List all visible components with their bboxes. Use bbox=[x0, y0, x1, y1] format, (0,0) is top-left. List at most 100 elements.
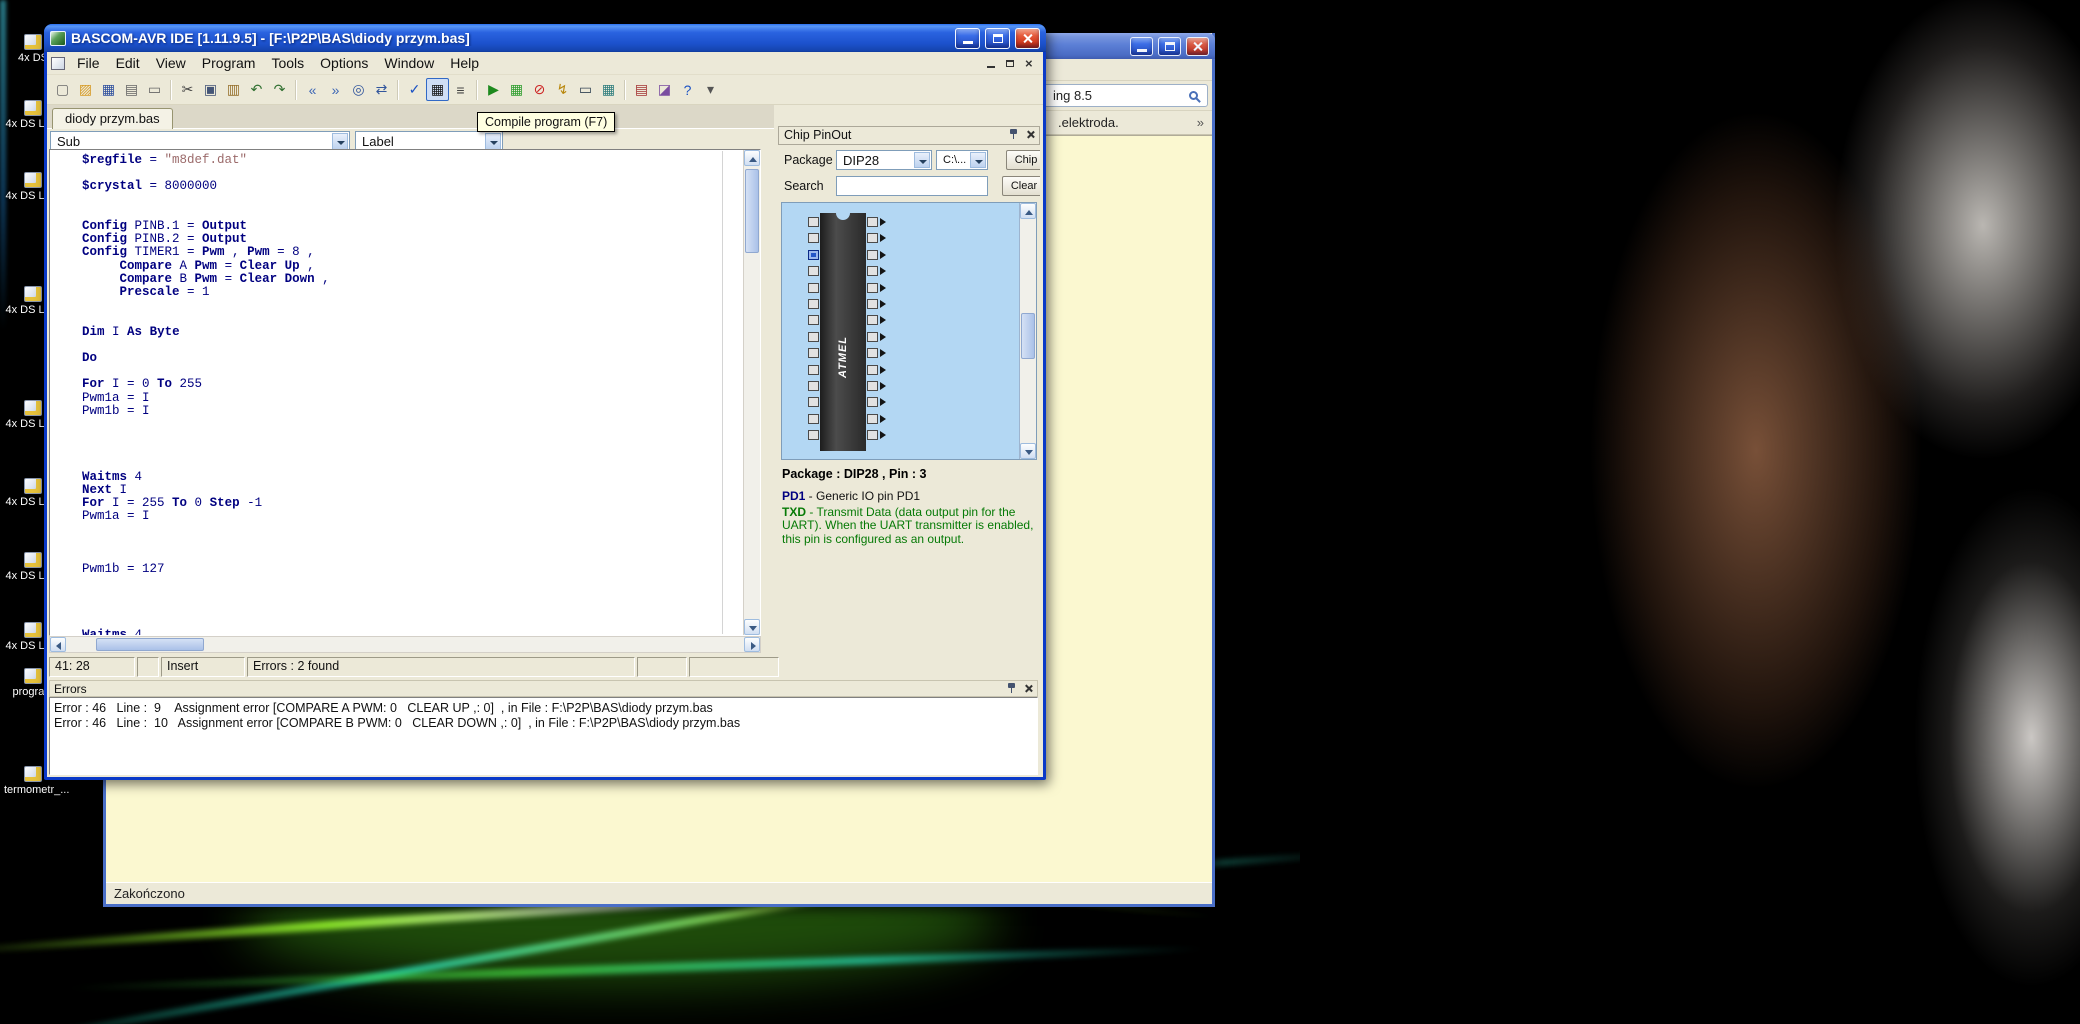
replace-icon[interactable]: ⇄ bbox=[370, 78, 393, 101]
new-file-icon[interactable]: ▢ bbox=[51, 78, 74, 101]
close-button[interactable] bbox=[1015, 27, 1040, 49]
chip-pin[interactable] bbox=[808, 331, 819, 342]
chip-pin[interactable] bbox=[867, 413, 886, 424]
syntax-check-icon[interactable]: ✓ bbox=[403, 78, 426, 101]
editor-vertical-scrollbar[interactable] bbox=[743, 150, 760, 635]
graphic-converter-icon[interactable]: ◪ bbox=[653, 78, 676, 101]
pin-panel-icon[interactable] bbox=[1009, 129, 1018, 140]
chip-pin[interactable] bbox=[867, 381, 886, 391]
chip-pin[interactable] bbox=[867, 430, 886, 441]
compile-icon[interactable]: ▦ bbox=[426, 78, 449, 101]
menu-edit[interactable]: Edit bbox=[108, 53, 148, 73]
clear-button[interactable]: Clear bbox=[1002, 176, 1040, 196]
chip-pin[interactable] bbox=[867, 397, 886, 408]
browser-close-button[interactable] bbox=[1186, 36, 1209, 56]
chip-pin[interactable] bbox=[867, 364, 886, 375]
scrollbar-thumb[interactable] bbox=[96, 638, 204, 651]
mdi-child-icon[interactable] bbox=[51, 56, 65, 70]
chip-pin[interactable] bbox=[808, 413, 819, 424]
close-panel-icon[interactable] bbox=[1024, 684, 1033, 693]
chip-pin[interactable] bbox=[867, 299, 886, 309]
print-preview-icon[interactable]: ▭ bbox=[143, 78, 166, 101]
scroll-left-button[interactable] bbox=[50, 637, 66, 652]
simulate-icon[interactable]: ▶ bbox=[482, 78, 505, 101]
scrollbar-thumb[interactable] bbox=[1021, 313, 1035, 359]
chip-pin[interactable] bbox=[808, 266, 819, 277]
chip-search-input[interactable] bbox=[836, 176, 988, 196]
bascom-ide-window[interactable]: BASCOM-AVR IDE [1.11.9.5] - [F:\P2P\BAS\… bbox=[44, 24, 1046, 780]
chip-pin[interactable] bbox=[867, 348, 886, 359]
chip-pin[interactable] bbox=[808, 381, 819, 391]
chip-pin[interactable] bbox=[808, 364, 819, 375]
chip-pin[interactable] bbox=[867, 331, 886, 342]
menu-view[interactable]: View bbox=[148, 53, 194, 73]
chip-pin[interactable] bbox=[808, 397, 819, 408]
menu-help[interactable]: Help bbox=[442, 53, 487, 73]
emulator-chip-icon[interactable]: ▦ bbox=[505, 78, 528, 101]
mdi-restore-button[interactable] bbox=[1001, 56, 1018, 71]
bookmarks-overflow-chevron[interactable]: » bbox=[1197, 111, 1204, 134]
chip-pin[interactable] bbox=[808, 249, 819, 260]
package-combo[interactable]: DIP28 bbox=[836, 150, 932, 170]
close-panel-icon[interactable] bbox=[1026, 130, 1035, 139]
scroll-right-button[interactable] bbox=[744, 637, 760, 652]
search-icon[interactable] bbox=[1189, 91, 1198, 100]
ide-titlebar[interactable]: BASCOM-AVR IDE [1.11.9.5] - [F:\P2P\BAS\… bbox=[44, 24, 1046, 52]
menu-program[interactable]: Program bbox=[194, 53, 264, 73]
chip-scrollbar[interactable] bbox=[1019, 203, 1036, 459]
outdent-icon[interactable]: « bbox=[301, 78, 324, 101]
plugin-dropdown-icon[interactable]: ▾ bbox=[699, 78, 722, 101]
scroll-down-button[interactable] bbox=[744, 619, 760, 635]
chip-pin[interactable] bbox=[808, 430, 819, 441]
undo-icon[interactable]: ↶ bbox=[245, 78, 268, 101]
lcd-designer-icon[interactable]: ▦ bbox=[597, 78, 620, 101]
error-list-item[interactable]: Error : 46 Line : 9 Assignment error [CO… bbox=[54, 701, 1033, 716]
browser-maximize-button[interactable] bbox=[1158, 36, 1181, 56]
scroll-up-button[interactable] bbox=[1020, 203, 1036, 219]
chip-button[interactable]: Chip bbox=[1006, 150, 1040, 170]
scroll-down-button[interactable] bbox=[1020, 443, 1036, 459]
chevron-down-icon[interactable] bbox=[332, 133, 348, 150]
mdi-minimize-button[interactable] bbox=[982, 56, 999, 71]
help-icon[interactable]: ? bbox=[676, 78, 699, 101]
copy-icon[interactable]: ▣ bbox=[199, 78, 222, 101]
program-chip-icon[interactable]: ↯ bbox=[551, 78, 574, 101]
menu-tools[interactable]: Tools bbox=[263, 53, 312, 73]
chip-pin[interactable] bbox=[808, 315, 819, 326]
minimize-button[interactable] bbox=[955, 27, 980, 49]
cut-icon[interactable]: ✂ bbox=[176, 78, 199, 101]
find-icon[interactable]: ◎ bbox=[347, 78, 370, 101]
open-file-icon[interactable]: ▨ bbox=[74, 78, 97, 101]
scrollbar-thumb[interactable] bbox=[745, 169, 759, 253]
save-file-icon[interactable]: ▦ bbox=[97, 78, 120, 101]
chevron-down-icon[interactable] bbox=[485, 133, 501, 150]
chip-pin[interactable] bbox=[867, 266, 886, 277]
chip-image[interactable]: ATMEL bbox=[781, 202, 1037, 460]
chip-file-combo[interactable]: C:\... bbox=[936, 150, 988, 170]
stop-icon[interactable]: ⊘ bbox=[528, 78, 551, 101]
chip-pin[interactable] bbox=[808, 299, 819, 309]
chip-pin[interactable] bbox=[808, 282, 819, 293]
chip-pin[interactable] bbox=[867, 249, 886, 260]
error-list-item[interactable]: Error : 46 Line : 10 Assignment error [C… bbox=[54, 716, 1033, 731]
browser-minimize-button[interactable] bbox=[1130, 36, 1153, 56]
maximize-button[interactable] bbox=[985, 27, 1010, 49]
menu-options[interactable]: Options bbox=[312, 53, 376, 73]
chevron-down-icon[interactable] bbox=[914, 152, 930, 168]
print-icon[interactable]: ▤ bbox=[120, 78, 143, 101]
chip-pin[interactable] bbox=[867, 282, 886, 293]
pin-panel-icon[interactable] bbox=[1007, 683, 1016, 694]
chip-pin[interactable] bbox=[808, 348, 819, 359]
show-result-icon[interactable]: ≡ bbox=[449, 78, 472, 101]
chip-pin[interactable] bbox=[867, 233, 886, 244]
mdi-close-button[interactable] bbox=[1020, 56, 1037, 71]
menu-file[interactable]: File bbox=[69, 53, 108, 73]
chip-pin[interactable] bbox=[808, 217, 819, 227]
file-tab[interactable]: diody przym.bas bbox=[52, 108, 173, 129]
indent-icon[interactable]: » bbox=[324, 78, 347, 101]
menu-window[interactable]: Window bbox=[376, 53, 442, 73]
redo-icon[interactable]: ↷ bbox=[268, 78, 291, 101]
chip-pin[interactable] bbox=[867, 315, 886, 326]
bookmark-item[interactable]: .elektroda. bbox=[1058, 111, 1119, 134]
chevron-down-icon[interactable] bbox=[970, 152, 986, 168]
